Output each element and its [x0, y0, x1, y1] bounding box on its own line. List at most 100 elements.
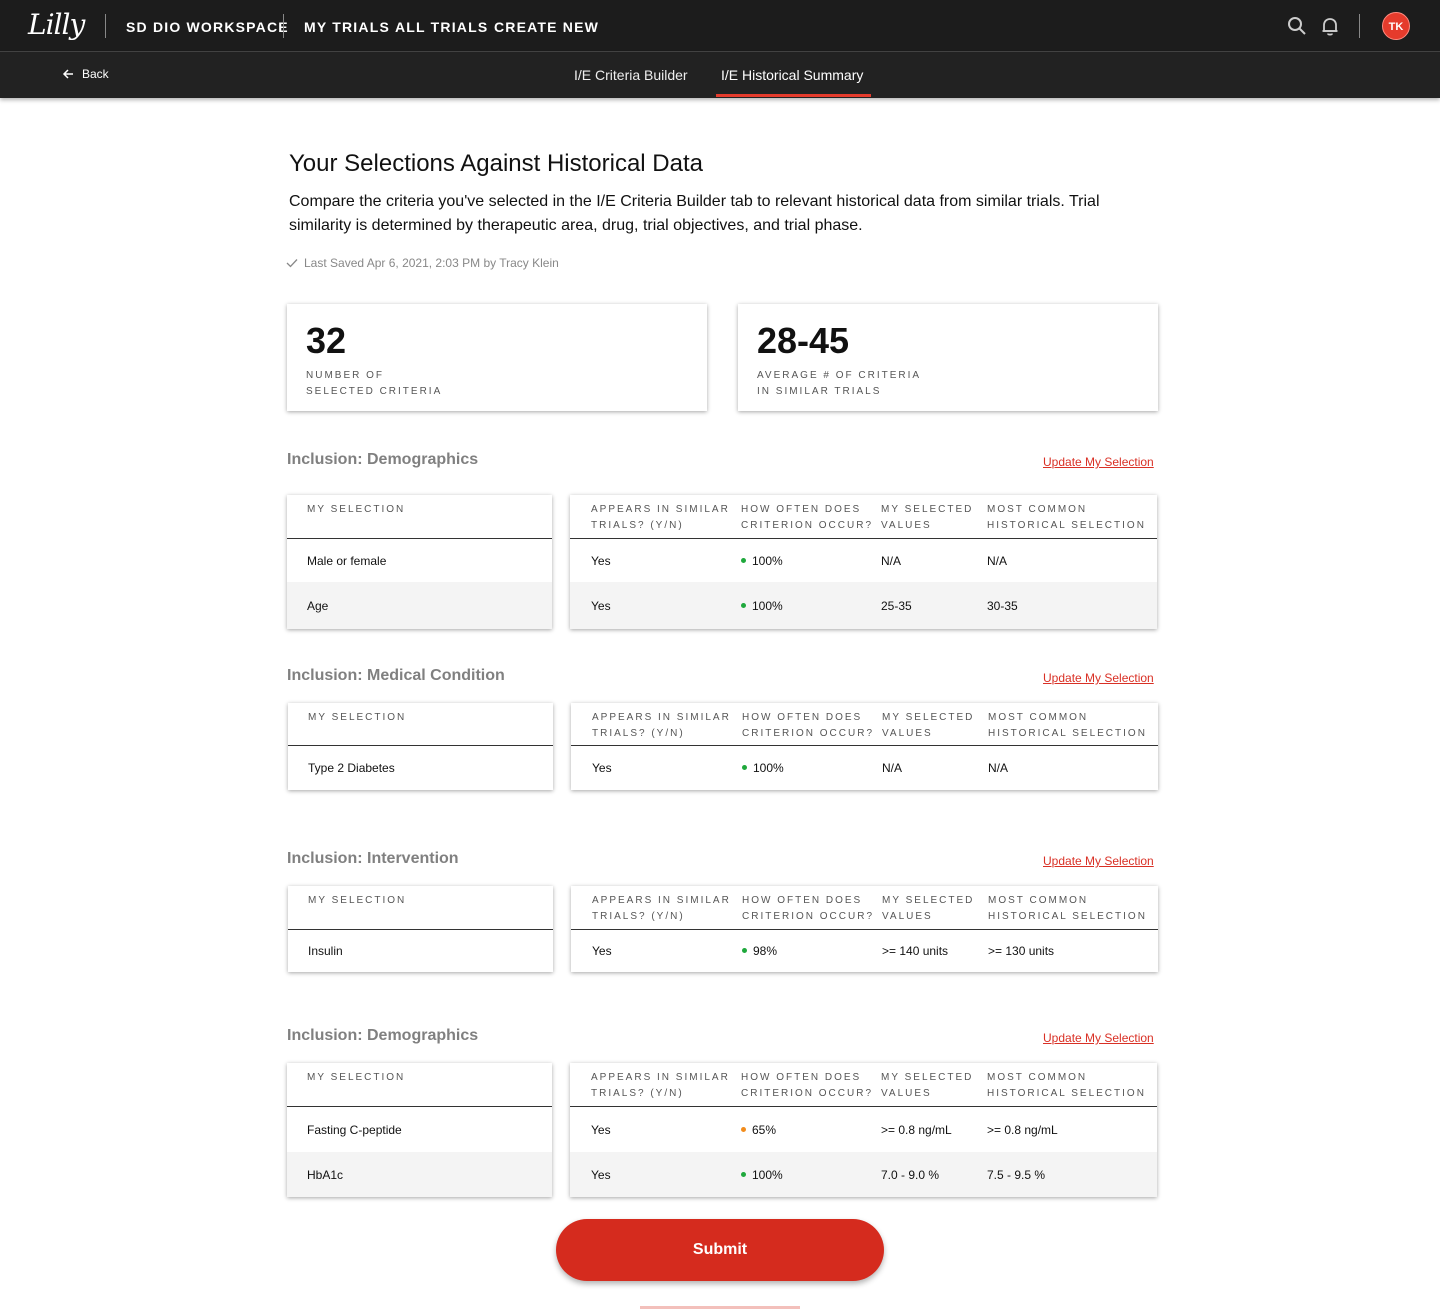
column-header-line: APPEARS IN SIMILAR	[591, 504, 730, 515]
last-saved-text: Last Saved Apr 6, 2021, 2:03 PM by Tracy…	[304, 256, 559, 270]
how-often-value: 100%	[753, 761, 784, 775]
my-selection-card: MY SELECTION Male or female Age	[287, 495, 552, 629]
column-header-line: MOST COMMON	[988, 712, 1089, 723]
cell-most-common: 30-35	[987, 598, 1018, 613]
column-header-line: HISTORICAL SELECTION	[988, 911, 1147, 922]
nav-my-trials[interactable]: MY TRIALS	[304, 19, 390, 35]
table-header: APPEARS IN SIMILAR TRIALS? (Y/N) HOW OFTEN…	[570, 1063, 1157, 1107]
status-dot-icon	[742, 948, 747, 954]
column-header-most-common: MOST COMMON HISTORICAL SELECTION	[987, 1070, 1146, 1102]
nav-create-new[interactable]: CREATE NEW	[494, 19, 599, 35]
cell-selected-values: 7.0 - 9.0 %	[881, 1167, 940, 1182]
cell-appears: Yes	[591, 553, 611, 568]
table-header: APPEARS IN SIMILAR TRIALS? (Y/N) HOW OFTEN…	[570, 495, 1157, 539]
cell-appears: Yes	[591, 1122, 611, 1137]
tab-criteria-builder[interactable]: I/E Criteria Builder	[574, 67, 688, 83]
column-header-selected-values: MY SELECTED VALUES	[882, 710, 974, 742]
column-header-line: CRITERION OCCUR?	[742, 911, 875, 922]
table-row: Yes 100% N/A N/A	[570, 539, 1157, 582]
column-header-line: HOW OFTEN DOES	[742, 895, 863, 906]
page-title: Your Selections Against Historical Data	[289, 150, 703, 177]
last-saved-status: Last Saved Apr 6, 2021, 2:03 PM by Tracy…	[286, 256, 559, 270]
column-header-selected-values: MY SELECTED VALUES	[881, 502, 973, 534]
column-header-line: HOW OFTEN DOES	[742, 712, 863, 723]
column-header-line: VALUES	[881, 1088, 932, 1099]
column-header-line: MY SELECTED	[881, 504, 974, 515]
my-selection-card: MY SELECTION Type 2 Diabetes	[288, 703, 553, 790]
table-header: MY SELECTION	[287, 495, 552, 539]
cell-how-often: 100%	[742, 761, 784, 775]
column-header-line: TRIALS? (Y/N)	[591, 520, 684, 531]
column-header-how-often: HOW OFTEN DOES CRITERION OCCUR?	[742, 710, 874, 742]
top-navigation-bar: Lilly SD DIO WORKSPACE MY TRIALS ALL TRI…	[0, 0, 1440, 52]
status-dot-icon	[741, 1126, 746, 1132]
update-selection-link[interactable]: Update My Selection	[1043, 1031, 1154, 1045]
table-row: Age	[287, 582, 552, 629]
back-button[interactable]: Back	[62, 67, 109, 81]
column-header-how-often: HOW OFTEN DOES CRITERION OCCUR?	[742, 893, 874, 925]
cell-how-often: 100%	[741, 599, 783, 613]
table-header: APPEARS IN SIMILAR TRIALS? (Y/N) HOW OFTEN…	[571, 703, 1158, 746]
table-row: Yes 100% N/A N/A	[571, 746, 1158, 790]
column-header-line: HISTORICAL SELECTION	[987, 1088, 1146, 1099]
bell-icon[interactable]	[1318, 14, 1342, 38]
stat-card-average-criteria: 28-45 AVERAGE # OF CRITERIA IN SIMILAR T…	[738, 304, 1158, 411]
tab-historical-summary[interactable]: I/E Historical Summary	[721, 67, 863, 83]
column-header-line: APPEARS IN SIMILAR	[592, 895, 731, 906]
table-header: MY SELECTION	[287, 1063, 552, 1107]
status-dot-icon	[742, 765, 747, 771]
section-title: Inclusion: Demographics	[287, 1027, 479, 1044]
column-header-most-common: MOST COMMON HISTORICAL SELECTION	[988, 893, 1147, 925]
divider	[283, 14, 284, 38]
cell-appears: Yes	[592, 761, 612, 775]
section-title: Inclusion: Intervention	[287, 850, 459, 867]
cell-selected-values: >= 140 units	[882, 944, 949, 958]
cell-how-often: 100%	[741, 554, 783, 568]
update-selection-link[interactable]: Update My Selection	[1043, 854, 1154, 868]
column-header-my-selection: MY SELECTION	[308, 895, 407, 906]
historical-data-card: APPEARS IN SIMILAR TRIALS? (Y/N) HOW OFTEN…	[571, 703, 1158, 790]
column-header-line: VALUES	[882, 728, 933, 739]
update-selection-link[interactable]: Update My Selection	[1043, 455, 1154, 469]
lilly-logo[interactable]: Lilly	[28, 8, 85, 41]
workspace-title[interactable]: SD DIO WORKSPACE	[126, 19, 289, 35]
stat-label-line: NUMBER OF	[306, 370, 384, 381]
column-header-most-common: MOST COMMON HISTORICAL SELECTION	[987, 502, 1146, 534]
how-often-value: 100%	[752, 1167, 783, 1182]
divider	[1359, 14, 1360, 38]
submit-button[interactable]: Submit	[556, 1219, 884, 1281]
stat-label-line: AVERAGE # OF CRITERIA	[757, 370, 922, 381]
table-row: Yes 100% 7.0 - 9.0 % 7.5 - 9.5 %	[570, 1152, 1157, 1197]
user-avatar[interactable]: TK	[1382, 12, 1410, 40]
cell-my-selection: Age	[307, 598, 329, 613]
column-header-how-often: HOW OFTEN DOES CRITERION OCCUR?	[741, 502, 873, 534]
status-dot-icon	[741, 1171, 746, 1177]
stat-label: AVERAGE # OF CRITERIA IN SIMILAR TRIALS	[757, 368, 957, 400]
column-header-selected-values: MY SELECTED VALUES	[882, 893, 974, 925]
cell-most-common: >= 0.8 ng/mL	[987, 1122, 1058, 1137]
column-header-my-selection: MY SELECTION	[307, 504, 406, 515]
back-label: Back	[82, 67, 109, 81]
table-header: APPEARS IN SIMILAR TRIALS? (Y/N) HOW OFTEN…	[571, 886, 1158, 930]
checkmark-icon	[286, 259, 298, 268]
table-row: Male or female	[287, 539, 552, 582]
column-header-line: VALUES	[881, 520, 932, 531]
column-header-line: MOST COMMON	[987, 1072, 1088, 1083]
table-header: MY SELECTION	[288, 703, 553, 746]
table-row: Insulin	[288, 930, 553, 972]
cell-my-selection: Insulin	[308, 944, 343, 958]
stat-label-line: SELECTED CRITERIA	[306, 386, 443, 397]
update-selection-link[interactable]: Update My Selection	[1043, 671, 1154, 685]
search-icon[interactable]	[1285, 14, 1309, 38]
column-header-line: HOW OFTEN DOES	[741, 504, 862, 515]
column-header-line: HISTORICAL SELECTION	[987, 520, 1146, 531]
historical-data-card: APPEARS IN SIMILAR TRIALS? (Y/N) HOW OFTEN…	[570, 495, 1157, 629]
stat-label-line: IN SIMILAR TRIALS	[757, 386, 882, 397]
column-header-appears: APPEARS IN SIMILAR TRIALS? (Y/N)	[591, 502, 730, 534]
column-header-line: APPEARS IN SIMILAR	[592, 712, 731, 723]
cell-appears: Yes	[591, 598, 611, 613]
section-title: Inclusion: Medical Condition	[287, 667, 505, 684]
column-header-line: APPEARS IN SIMILAR	[591, 1072, 730, 1083]
nav-all-trials[interactable]: ALL TRIALS	[395, 19, 488, 35]
table-row: Yes 65% >= 0.8 ng/mL >= 0.8 ng/mL	[570, 1107, 1157, 1152]
